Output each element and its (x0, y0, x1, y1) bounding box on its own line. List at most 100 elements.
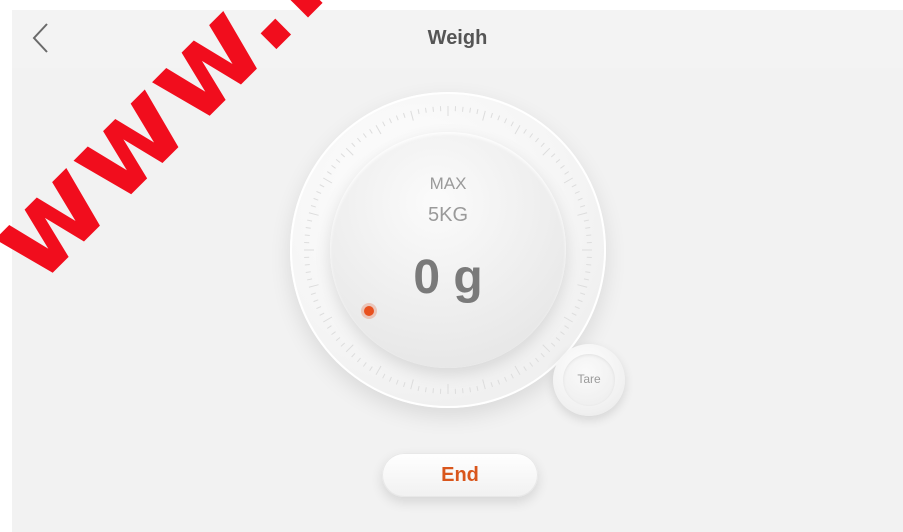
dial-tick (529, 362, 534, 367)
dial-tick (577, 197, 583, 201)
tare-button[interactable]: Tare (553, 344, 625, 416)
dial-tick (335, 158, 341, 163)
dial-tick (476, 109, 479, 115)
max-capacity: 5KG (427, 204, 469, 226)
dial-tick (490, 382, 493, 388)
tare-button-face: Tare (563, 354, 615, 406)
dial-tick (331, 164, 336, 169)
dial-tick (469, 107, 472, 113)
dial-tick (424, 107, 427, 113)
dial-tick (319, 184, 325, 188)
dial-tick (369, 366, 373, 372)
dial-tick (345, 147, 354, 156)
dial-tick (523, 128, 527, 134)
weight-reading: 0 g (413, 251, 483, 304)
dial-tick (310, 205, 316, 208)
dial-tick (382, 121, 386, 127)
dial-tick (369, 128, 373, 134)
end-label: End (441, 464, 479, 486)
dial-tick (417, 109, 420, 115)
dial-tick (316, 306, 322, 310)
dial-tick (571, 312, 577, 316)
dial-tick (310, 292, 316, 295)
dial-tick (583, 278, 589, 281)
dial-tick (356, 137, 361, 143)
dial-tick (323, 316, 333, 323)
dial-tick (340, 342, 346, 347)
dial-tick (395, 115, 399, 121)
dial-tick (362, 362, 367, 367)
dial-tick (482, 379, 486, 390)
end-button[interactable]: End (382, 453, 538, 497)
dial-tick (585, 271, 591, 274)
dial-tick (462, 388, 464, 394)
dial-tick (432, 388, 434, 394)
dial-tick (535, 357, 540, 363)
dial-tick (510, 373, 514, 379)
dial-tick (523, 366, 527, 372)
dial-tick (490, 112, 493, 118)
dial-tick (555, 158, 561, 163)
dial-tick (307, 278, 313, 281)
dial-tick (482, 110, 486, 121)
dial-tick (403, 382, 406, 388)
dial-tick (535, 137, 540, 143)
dial-tick (514, 365, 521, 375)
dial-tick (510, 121, 514, 127)
tare-label: Tare (577, 372, 601, 386)
dial-indicator-dot (364, 306, 374, 316)
dial-tick (308, 284, 319, 288)
dial-tick (304, 234, 310, 236)
dial-tick (497, 115, 501, 121)
dial-tick (403, 112, 406, 118)
dial-tick (305, 226, 311, 229)
dial-tick (542, 344, 551, 353)
dial-tick (417, 385, 420, 391)
dial-tick (375, 365, 382, 375)
dial-tick (586, 264, 592, 266)
dial-tick (388, 376, 392, 382)
dial-tick (313, 299, 319, 303)
dial-tick (580, 205, 586, 208)
dial-tick (560, 331, 565, 336)
dial-tick (308, 212, 319, 216)
dial-tick (410, 379, 414, 390)
dial-tick (583, 219, 589, 222)
dial-tick (351, 142, 356, 148)
dial-tick (574, 306, 580, 310)
dial-tick (540, 352, 545, 358)
dial-tick (504, 118, 508, 124)
dial-tick (580, 292, 586, 295)
dial-tick (304, 264, 310, 266)
dial-tick (497, 379, 501, 385)
dial-tick (462, 106, 464, 112)
dial-tick (550, 342, 556, 347)
dial-tick (382, 373, 386, 379)
dial-tick (319, 312, 325, 316)
dial-tick (504, 376, 508, 382)
dial-tick (574, 190, 580, 194)
dial-tick (424, 387, 427, 393)
dial-tick (340, 153, 346, 158)
dial-tick (577, 212, 588, 216)
dial-tick (351, 352, 356, 358)
dial-tick (395, 379, 399, 385)
dial-tick (555, 337, 561, 342)
dial-tick (476, 385, 479, 391)
dial-tick (514, 125, 521, 135)
header-bar: Weigh (12, 10, 903, 68)
dial-tick (542, 147, 551, 156)
dial-tick (362, 133, 367, 138)
dial-tick (316, 190, 322, 194)
dial-tick (560, 164, 565, 169)
dial-center: MAX 5KG 0 g (330, 132, 566, 368)
dial-tick (375, 125, 382, 135)
dial-tick (410, 110, 414, 121)
dial-tick (529, 133, 534, 138)
dial-tick (469, 387, 472, 393)
dial-tick (564, 325, 570, 329)
dial-tick (356, 357, 361, 363)
dial-tick (307, 219, 313, 222)
dial-tick (563, 316, 573, 323)
dial-tick (540, 142, 545, 148)
